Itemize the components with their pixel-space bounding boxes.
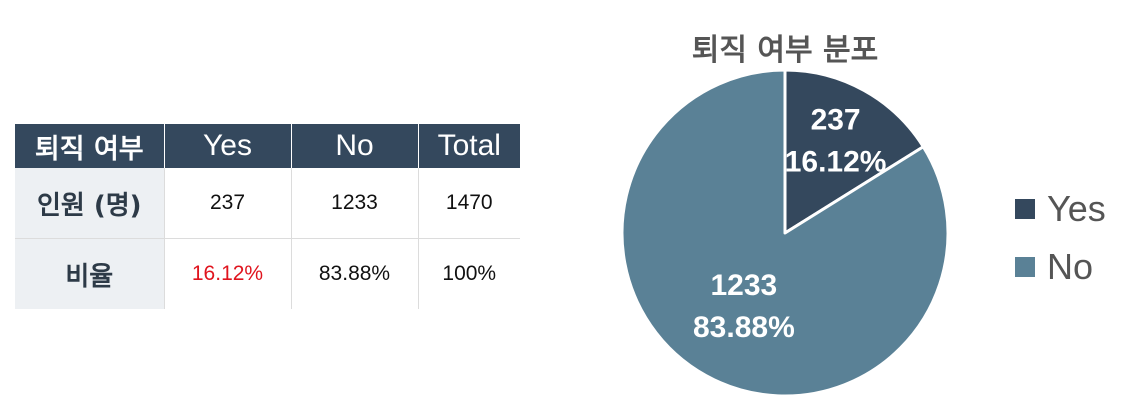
legend-item-no: No [1015,238,1106,296]
table-header-row: 퇴직 여부 Yes No Total [15,124,520,168]
header-no: No [291,124,419,168]
data-label-yes-percent: 16.12% [785,146,887,179]
data-label-yes-count: 237 [811,104,861,137]
table-row-ratio: 비율 16.12% 83.88% 100% [15,238,520,309]
cell-ratio-total: 100% [418,238,520,309]
cell-ratio-no: 83.88% [291,238,419,309]
table-row-count: 인원 (명) 237 1233 1470 [15,168,520,239]
header-attrition: 퇴직 여부 [15,124,165,168]
legend-swatch-yes [1015,199,1035,219]
cell-count-total: 1470 [418,168,520,239]
chart-legend: Yes No [1015,180,1106,296]
attrition-summary-table: 퇴직 여부 Yes No Total 인원 (명) 237 1233 1470 … [15,124,520,309]
legend-label-no: No [1047,246,1094,287]
header-total: Total [418,124,520,168]
legend-swatch-no [1015,257,1035,277]
cell-count-no: 1233 [291,168,419,239]
pie-chart: 237 16.12% 1233 83.88% [620,68,950,398]
legend-item-yes: Yes [1015,180,1106,238]
cell-ratio-yes: 16.12% [164,238,292,309]
row-label-ratio: 비율 [15,238,165,309]
header-yes: Yes [164,124,292,168]
row-label-count: 인원 (명) [15,168,165,239]
legend-label-yes: Yes [1047,188,1106,229]
cell-count-yes: 237 [164,168,292,239]
data-label-no-percent: 83.88% [693,311,795,344]
data-label-no-count: 1233 [711,269,778,302]
